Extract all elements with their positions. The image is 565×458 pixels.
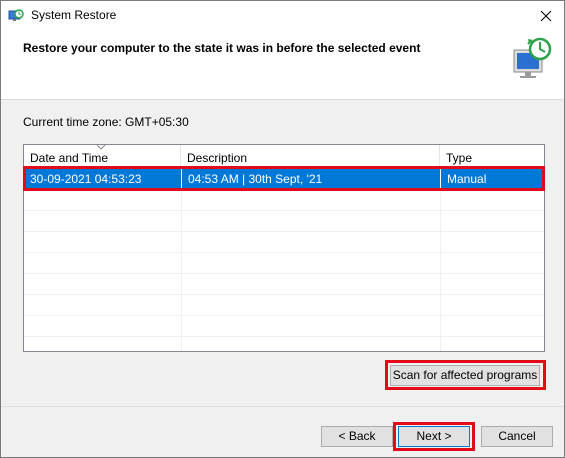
sort-chevron-down-icon bbox=[96, 145, 106, 150]
restore-points-table[interactable]: Date and Time Description Type 30-09-202… bbox=[23, 144, 545, 352]
table-row-empty bbox=[24, 295, 544, 316]
next-button[interactable]: Next > bbox=[398, 426, 470, 447]
table-row-empty bbox=[24, 253, 544, 274]
cell-type: Manual bbox=[440, 169, 544, 190]
system-restore-monitor-clock-icon bbox=[513, 37, 552, 78]
cell-date-time: 30-09-2021 04:53:23 bbox=[30, 172, 142, 186]
timezone-label: Current time zone: GMT+05:30 bbox=[23, 115, 189, 129]
table-row-empty bbox=[24, 190, 544, 211]
system-restore-window: System Restore Restore your computer to … bbox=[0, 0, 565, 458]
window-title: System Restore bbox=[31, 8, 117, 22]
back-button[interactable]: < Back bbox=[321, 426, 393, 447]
title-bar: System Restore bbox=[1, 1, 564, 31]
system-restore-icon bbox=[8, 9, 24, 21]
column-header-description[interactable]: Description bbox=[181, 145, 440, 169]
close-icon bbox=[540, 10, 552, 22]
table-header: Date and Time Description Type bbox=[24, 145, 544, 169]
table-row-empty bbox=[24, 211, 544, 232]
column-header-type[interactable]: Type bbox=[440, 145, 544, 169]
header-instruction: Restore your computer to the state it wa… bbox=[23, 41, 421, 55]
scan-affected-programs-button[interactable]: Scan for affected programs bbox=[390, 365, 540, 386]
header-banner: Restore your computer to the state it wa… bbox=[1, 31, 564, 99]
close-button[interactable] bbox=[528, 1, 564, 31]
footer-divider bbox=[1, 406, 564, 407]
cancel-button[interactable]: Cancel bbox=[481, 426, 553, 447]
table-row-empty bbox=[24, 274, 544, 295]
header-divider bbox=[1, 99, 564, 100]
table-row-empty bbox=[24, 316, 544, 337]
cell-description: 04:53 AM | 30th Sept, '21 bbox=[181, 169, 440, 190]
table-row-empty bbox=[24, 232, 544, 253]
table-row-selected[interactable]: 30-09-2021 04:53:23 04:53 AM | 30th Sept… bbox=[24, 169, 544, 190]
column-header-date-time[interactable]: Date and Time bbox=[24, 145, 181, 169]
